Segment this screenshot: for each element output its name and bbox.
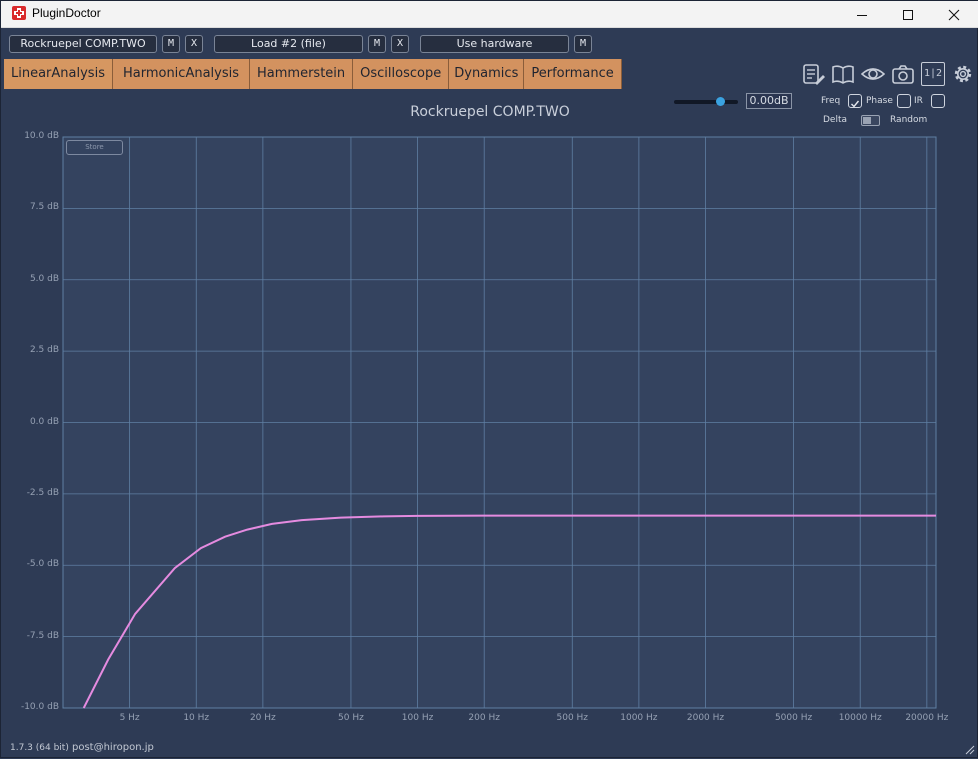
x-tick-label: 5 Hz bbox=[119, 713, 140, 723]
x-tick-label: 50 Hz bbox=[338, 713, 364, 723]
x-tick-label: 100 Hz bbox=[401, 713, 434, 723]
x-tick-label: 20 Hz bbox=[249, 713, 276, 723]
y-tick-label: -2.5 dB bbox=[26, 487, 59, 498]
x-tick-label: 500 Hz bbox=[556, 713, 589, 723]
version-label: 1.7.3 (64 bit) bbox=[10, 743, 69, 753]
y-tick-label: 7.5 dB bbox=[29, 202, 59, 213]
x-tick-label: 200 Hz bbox=[468, 713, 500, 723]
y-tick-label: 5.0 dB bbox=[29, 273, 59, 284]
resize-grip-icon[interactable] bbox=[963, 743, 975, 755]
y-tick-label: -5.0 dB bbox=[26, 559, 59, 570]
y-tick-label: -7.5 dB bbox=[26, 630, 59, 641]
y-tick-label: 2.5 dB bbox=[29, 345, 59, 356]
x-tick-label: 10 Hz bbox=[183, 713, 210, 723]
y-tick-label: 10.0 dB bbox=[24, 131, 59, 141]
x-tick-label: 10000 Hz bbox=[838, 713, 882, 723]
y-tick-label: 0.0 dB bbox=[29, 416, 59, 427]
store-button[interactable]: Store bbox=[66, 140, 123, 155]
x-tick-label: 2000 Hz bbox=[686, 713, 725, 723]
frequency-response-chart bbox=[62, 136, 937, 709]
plugindoctor-window: PluginDoctor Rockruepel COMP.TWO M X Loa… bbox=[0, 0, 978, 758]
x-tick-label: 20000 Hz bbox=[905, 713, 949, 723]
email-link[interactable]: post@hiropon.jp bbox=[72, 742, 154, 753]
x-tick-label: 1000 Hz bbox=[620, 713, 658, 723]
y-tick-label: -10.0 dB bbox=[20, 702, 59, 712]
x-tick-label: 5000 Hz bbox=[774, 713, 813, 723]
